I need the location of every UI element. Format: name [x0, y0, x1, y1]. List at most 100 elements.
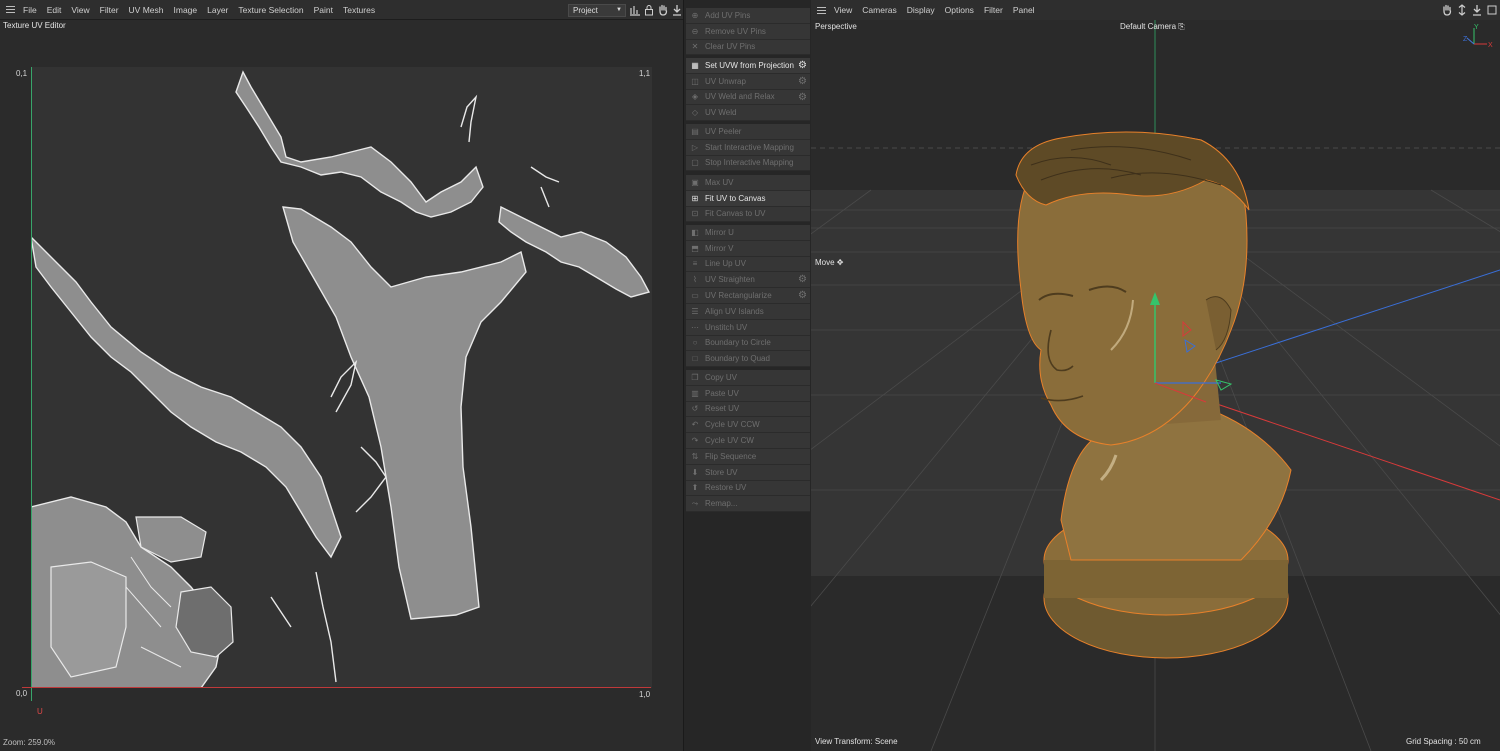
command-label: UV Weld	[705, 108, 737, 118]
command-label: Max UV	[705, 177, 734, 187]
uv-island-trunk	[282, 206, 527, 620]
uv-editor-title: Texture UV Editor	[3, 21, 66, 30]
download-icon[interactable]	[671, 4, 683, 16]
project-select[interactable]: Project ▼	[568, 4, 626, 17]
coord-top-right: 1,1	[639, 69, 651, 78]
command-unstitch-uv[interactable]: ⋯ Unstitch UV	[686, 319, 810, 336]
fit-icon: ⊞	[691, 193, 699, 203]
graph-icon[interactable]	[629, 4, 641, 16]
uv-island-top	[235, 70, 484, 218]
menu-display[interactable]: Display	[902, 0, 940, 20]
lock-icon[interactable]	[643, 4, 655, 16]
tool-name: Move	[815, 258, 835, 267]
command-label: Stop Interactive Mapping	[705, 158, 794, 168]
menu-cameras[interactable]: Cameras	[857, 0, 901, 20]
gear-icon[interactable]: ⚙	[798, 60, 807, 71]
u-axis-line	[22, 687, 651, 688]
camera-icon: ⎘	[1178, 22, 1185, 31]
command-uv-peeler[interactable]: ▤ UV Peeler	[686, 124, 810, 140]
x-icon: ✕	[691, 42, 699, 52]
command-cycle-uv-ccw[interactable]: ↶ Cycle UV CCW	[686, 417, 810, 434]
download-icon[interactable]	[1471, 4, 1483, 16]
axis-z-label: Z	[1463, 36, 1468, 43]
hamburger-menu-icon[interactable]	[813, 0, 829, 20]
command-align-uv-islands[interactable]: ☰ Align UV Islands	[686, 303, 810, 320]
menu-view[interactable]: View	[829, 0, 857, 20]
coord-bottom-right: 1,0	[639, 690, 651, 699]
command-uv-unwrap[interactable]: ◫ UV Unwrap ⚙	[686, 73, 810, 90]
command-label: Remove UV Pins	[705, 26, 766, 36]
command-max-uv[interactable]: ▣ Max UV	[686, 175, 810, 191]
menu-panel[interactable]: Panel	[1008, 0, 1040, 20]
straighten-icon: ⌇	[693, 275, 697, 285]
command-uv-rectangularize[interactable]: ▭ UV Rectangularize ⚙	[686, 288, 810, 304]
command-reset-uv[interactable]: ↺ Reset UV	[686, 401, 810, 418]
pin-remove-icon: ⊖	[691, 26, 699, 36]
command-group: ▦ Set UVW from Projection ⚙ ◫ UV Unwrap ⚙ ◈ UV …	[686, 58, 810, 122]
camera-label[interactable]: Default Camera ⎘	[1120, 22, 1185, 32]
viewport-menubar: View Cameras Display Options Filter Pane…	[811, 0, 1500, 20]
hamburger-menu-icon[interactable]	[2, 0, 18, 20]
quad-icon: □	[692, 354, 698, 364]
command-uv-weld-and-relax[interactable]: ◈ UV Weld and Relax ⚙	[686, 89, 810, 106]
weld-relax-icon: ◈	[691, 92, 699, 102]
paste-icon: ▥	[691, 388, 699, 398]
menu-uv-mesh[interactable]: UV Mesh	[124, 0, 169, 20]
gear-icon[interactable]: ⚙	[798, 92, 807, 103]
gear-icon[interactable]: ⚙	[798, 76, 807, 87]
command-label: Mirror V	[705, 243, 734, 253]
command-boundary-to-circle[interactable]: ○ Boundary to Circle	[686, 335, 810, 352]
menu-filter[interactable]: Filter	[95, 0, 124, 20]
command-fit-canvas-to-uv[interactable]: ⊡ Fit Canvas to UV	[686, 206, 810, 223]
gear-icon[interactable]: ⚙	[798, 290, 807, 301]
command-stop-interactive-mapping[interactable]: ▢ Stop Interactive Mapping	[686, 155, 810, 172]
menu-paint[interactable]: Paint	[309, 0, 338, 20]
command-remove-uv-pins[interactable]: ⊖ Remove UV Pins	[686, 23, 810, 40]
command-copy-uv[interactable]: ❐ Copy UV	[686, 370, 810, 386]
menu-file[interactable]: File	[18, 0, 42, 20]
command-line-up-uv[interactable]: ≡ Line Up UV	[686, 256, 810, 273]
menu-options[interactable]: Options	[940, 0, 979, 20]
flip-icon: ⇅	[691, 451, 699, 461]
perspective-viewport[interactable]: View Cameras Display Options Filter Pane…	[811, 0, 1500, 751]
menu-image[interactable]: Image	[169, 0, 203, 20]
command-remap[interactable]: ⤳ Remap...	[686, 496, 810, 513]
restore-icon: ⬆	[691, 483, 699, 493]
command-flip-sequence[interactable]: ⇅ Flip Sequence	[686, 448, 810, 465]
hand-icon[interactable]	[657, 4, 669, 16]
stop-icon: ▢	[691, 158, 699, 168]
menu-edit[interactable]: Edit	[42, 0, 67, 20]
hand-icon[interactable]	[1441, 4, 1453, 16]
menu-view[interactable]: View	[66, 0, 94, 20]
project-select-value: Project	[573, 6, 598, 15]
menu-filter[interactable]: Filter	[979, 0, 1008, 20]
command-label: Remap...	[705, 499, 738, 509]
command-restore-uv[interactable]: ⬆ Restore UV	[686, 480, 810, 497]
zoom-status: Zoom: 259.0%	[3, 738, 56, 747]
menu-textures[interactable]: Textures	[338, 0, 380, 20]
command-set-uvw-from-projection[interactable]: ▦ Set UVW from Projection ⚙	[686, 58, 810, 74]
uv-canvas[interactable]	[29, 67, 652, 689]
menu-texture-selection[interactable]: Texture Selection	[233, 0, 308, 20]
maximize-icon[interactable]	[1486, 4, 1498, 16]
move-tool-icon: ✥	[836, 258, 844, 267]
command-label: Flip Sequence	[705, 451, 757, 461]
command-uv-straighten[interactable]: ⌇ UV Straighten ⚙	[686, 272, 810, 289]
move-arrows-icon[interactable]	[1456, 4, 1468, 16]
command-paste-uv[interactable]: ▥ Paste UV	[686, 385, 810, 402]
command-label: Boundary to Circle	[705, 338, 771, 348]
command-label: Restore UV	[705, 483, 747, 493]
viewport-scene	[811, 20, 1500, 751]
command-fit-uv-to-canvas[interactable]: ⊞ Fit UV to Canvas	[686, 190, 810, 207]
command-mirror-v[interactable]: ⬒ Mirror V	[686, 240, 810, 257]
menu-layer[interactable]: Layer	[202, 0, 233, 20]
command-boundary-to-quad[interactable]: □ Boundary to Quad	[686, 351, 810, 368]
command-mirror-u[interactable]: ◧ Mirror U	[686, 225, 810, 241]
command-start-interactive-mapping[interactable]: ▷ Start Interactive Mapping	[686, 139, 810, 156]
command-uv-weld[interactable]: ◇ UV Weld	[686, 105, 810, 122]
gear-icon[interactable]: ⚙	[798, 274, 807, 285]
command-store-uv[interactable]: ⬇ Store UV	[686, 464, 810, 481]
command-add-uv-pins[interactable]: ⊕ Add UV Pins	[686, 8, 810, 24]
command-cycle-uv-cw[interactable]: ↷ Cycle UV CW	[686, 433, 810, 449]
command-clear-uv-pins[interactable]: ✕ Clear UV Pins	[686, 39, 810, 56]
